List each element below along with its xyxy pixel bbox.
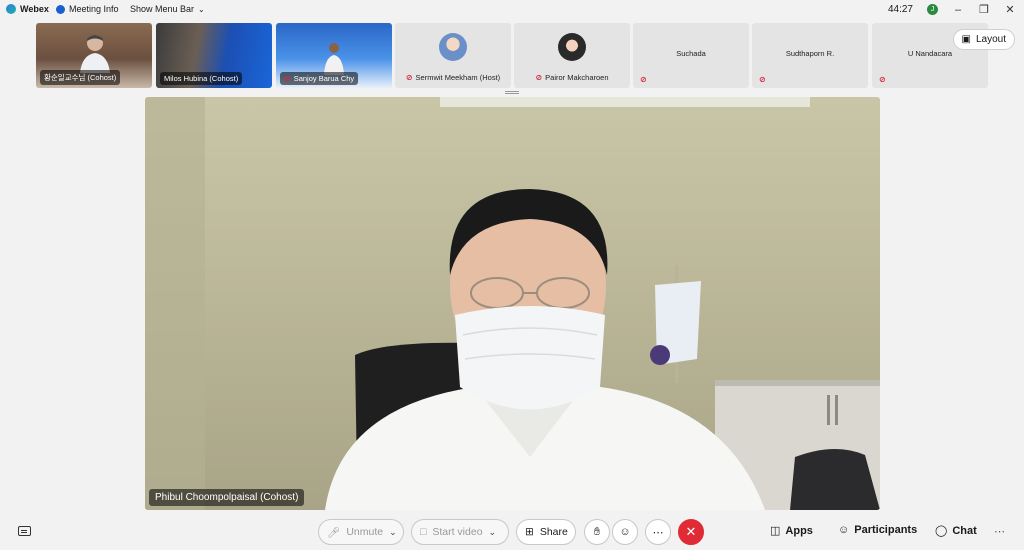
avatar xyxy=(558,33,586,61)
layout-button[interactable]: ▣ Layout xyxy=(952,29,1015,50)
chevron-down-icon[interactable]: ⌄ xyxy=(389,527,397,538)
participant-name: Milos Hubina (Cohost) xyxy=(160,72,243,85)
mic-muted-icon: ⊘ xyxy=(535,73,543,82)
mic-muted-icon: ⊘ xyxy=(405,73,413,82)
participant-name: U Nandacara xyxy=(907,49,953,58)
participant-strip: 황순일교수님 (Cohost) Milos Hubina (Cohost) ⊘ S… xyxy=(36,23,988,88)
show-menu-bar-button[interactable]: Show Menu Bar ⌄ xyxy=(130,4,205,14)
avatar xyxy=(439,33,467,61)
close-icon: ✕ xyxy=(685,524,697,539)
start-video-label: Start video xyxy=(432,526,483,538)
close-icon[interactable]: ✕ xyxy=(1004,3,1016,16)
apps-icon: ◫ xyxy=(770,525,781,537)
speaker-video-frame xyxy=(145,97,880,510)
share-button[interactable]: ⊞ Share xyxy=(516,519,576,545)
apps-label: Apps xyxy=(785,524,813,537)
smiley-icon: ☺ xyxy=(619,526,631,538)
title-bar: Webex Meeting Info Show Menu Bar ⌄ 44:27… xyxy=(0,0,1024,20)
meeting-timer: 44:27 xyxy=(887,4,913,15)
minimize-icon[interactable]: – xyxy=(952,4,964,16)
overflow-menu-icon[interactable]: ⋯ xyxy=(994,525,1006,538)
more-options-button[interactable]: ⋯ xyxy=(645,519,671,545)
restore-icon[interactable]: ❐ xyxy=(978,3,990,16)
speaker-name-label: Phibul Choompolpaisal (Cohost) xyxy=(149,489,305,506)
mic-muted-icon: ⊘ xyxy=(640,75,647,84)
start-video-button[interactable]: □ Start video ⌄ xyxy=(411,519,509,545)
info-icon xyxy=(56,4,65,14)
main-speaker-video[interactable]: Phibul Choompolpaisal (Cohost) xyxy=(145,97,880,510)
meeting-info-label: Meeting Info xyxy=(69,4,119,14)
meeting-info-button[interactable]: Meeting Info xyxy=(56,4,119,14)
video-off-icon: □ xyxy=(420,526,427,538)
participant-name: 황순일교수님 (Cohost) xyxy=(40,70,121,85)
participant-name: Suchada xyxy=(676,49,706,58)
chevron-down-icon[interactable]: ⌄ xyxy=(489,527,497,538)
end-call-button[interactable]: ✕ xyxy=(678,519,704,545)
participant-name: Sudthaporn R. xyxy=(785,49,835,58)
participant-video-icon xyxy=(80,35,110,73)
participant-tile[interactable]: ⊘ Pairor Makcharoen xyxy=(514,23,630,88)
participant-video-icon xyxy=(324,43,344,75)
app-name: Webex xyxy=(20,4,49,14)
resize-handle[interactable] xyxy=(505,91,519,94)
chat-button[interactable]: ◯ Chat xyxy=(935,524,977,538)
chat-label: Chat xyxy=(952,524,977,537)
participant-name: ⊘ Pairor Makcharoen xyxy=(535,73,609,82)
mic-muted-icon: ⊘ xyxy=(879,75,886,84)
user-avatar-badge[interactable]: J xyxy=(927,4,938,15)
participant-tile[interactable]: ⊘ Sanjoy Barua Chy xyxy=(276,23,392,88)
chevron-down-icon: ⌄ xyxy=(198,4,205,14)
layout-label: Layout xyxy=(975,34,1006,45)
apps-button[interactable]: ◫ Apps xyxy=(770,524,813,538)
participant-tile[interactable]: ⊘ Sermwit Meekham (Host) xyxy=(395,23,511,88)
participant-tile[interactable]: Milos Hubina (Cohost) xyxy=(156,23,272,88)
more-icon: ⋯ xyxy=(652,526,664,539)
mic-muted-icon: ⊘ xyxy=(759,75,766,84)
participant-name: ⊘ Sanjoy Barua Chy xyxy=(280,72,359,85)
participant-name: ⊘ Sermwit Meekham (Host) xyxy=(405,73,501,82)
show-menu-bar-label: Show Menu Bar xyxy=(130,4,195,14)
mic-muted-icon: 🎤︎ xyxy=(327,526,341,539)
reactions-button[interactable]: ☺ xyxy=(612,519,638,545)
meeting-toolbar: 🎤︎ Unmute ⌄ □ Start video ⌄ ⊞ Share ✋︎ ☺… xyxy=(0,516,1024,548)
participants-button[interactable]: ☺ Participants xyxy=(838,524,917,536)
share-icon: ⊞ xyxy=(525,526,534,538)
webex-logo-icon xyxy=(6,4,16,14)
mic-muted-icon: ⊘ xyxy=(284,74,291,83)
raise-hand-button[interactable]: ✋︎ xyxy=(584,519,610,545)
captions-icon[interactable] xyxy=(18,526,31,536)
share-label: Share xyxy=(539,526,568,538)
layout-icon: ▣ xyxy=(961,34,971,45)
participant-tile[interactable]: Sudthaporn R. ⊘ xyxy=(752,23,868,88)
hand-icon: ✋︎ xyxy=(593,525,601,538)
unmute-label: Unmute xyxy=(346,526,384,538)
chat-bubble-icon: ◯ xyxy=(935,525,948,537)
unmute-button[interactable]: 🎤︎ Unmute ⌄ xyxy=(318,519,404,545)
webex-logo[interactable]: Webex xyxy=(6,4,49,14)
person-icon: ☺ xyxy=(838,524,850,536)
participant-tile[interactable]: 황순일교수님 (Cohost) xyxy=(36,23,152,88)
participants-label: Participants xyxy=(854,524,918,536)
participant-tile[interactable]: Suchada ⊘ xyxy=(633,23,749,88)
